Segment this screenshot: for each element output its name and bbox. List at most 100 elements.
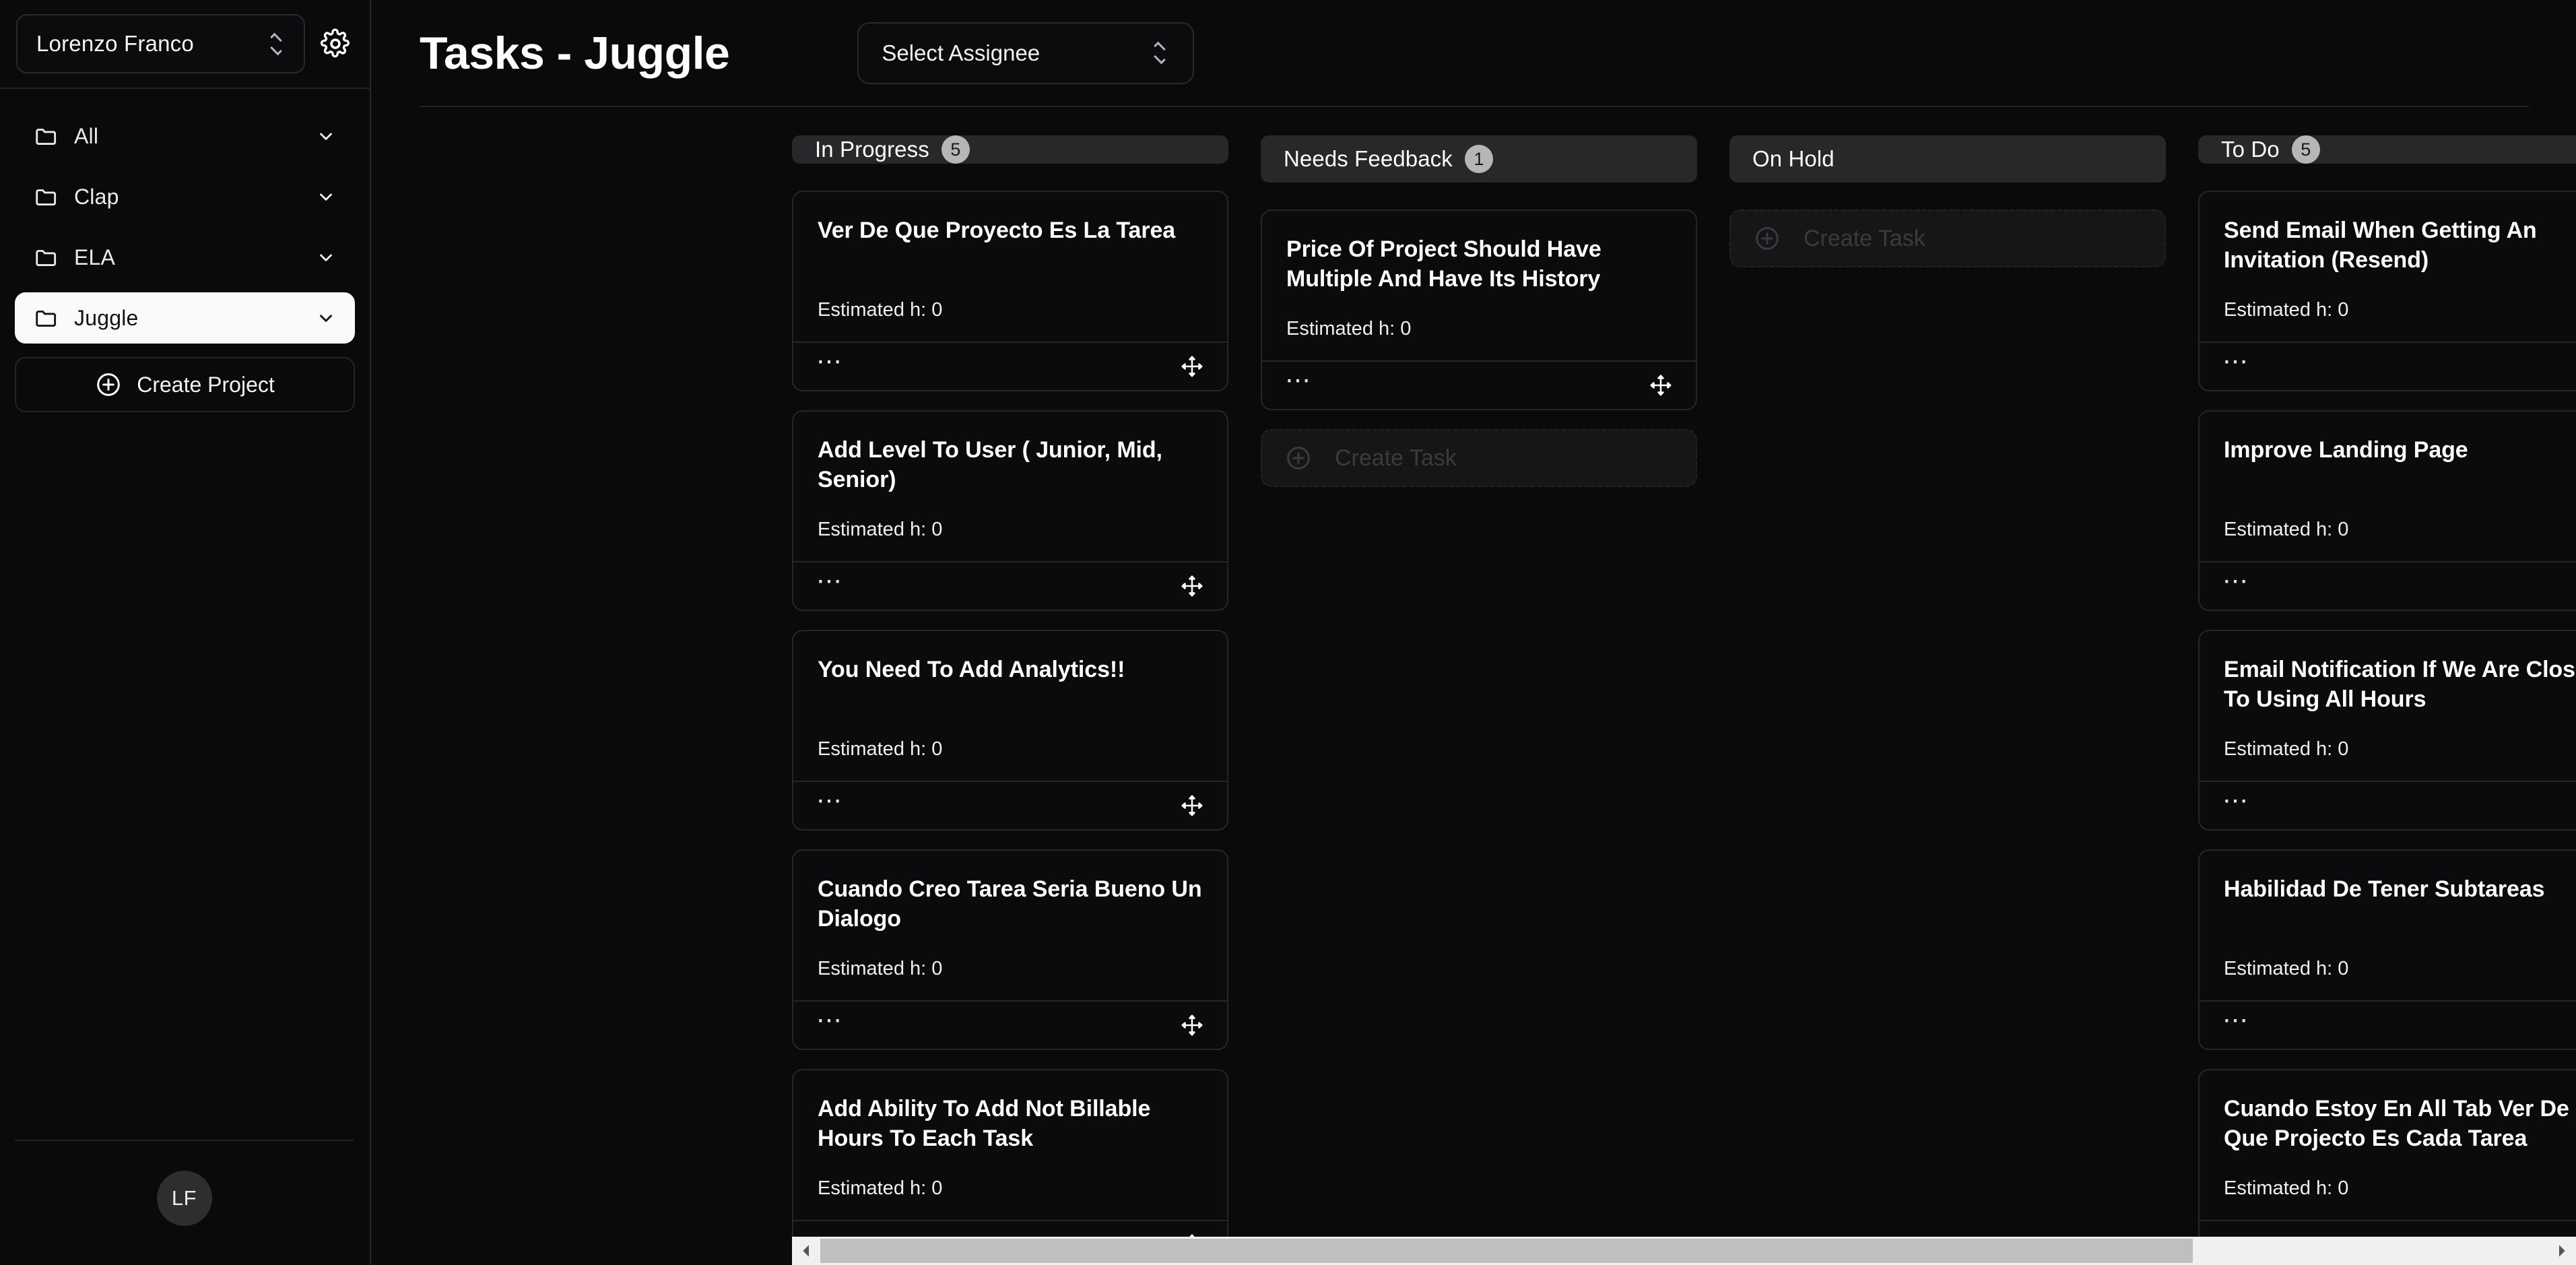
- task-card[interactable]: Cuando Estoy En All Tab Ver De Que Proje…: [2198, 1069, 2576, 1265]
- task-card[interactable]: Price Of Project Should Have Multiple An…: [1261, 209, 1697, 410]
- avatar[interactable]: LF: [156, 1171, 212, 1226]
- move-arrows-icon[interactable]: [1180, 1013, 1204, 1037]
- task-estimate: Estimated h: 0: [818, 1177, 943, 1199]
- move-arrows-icon[interactable]: [1180, 574, 1204, 598]
- ellipsis-icon[interactable]: ⋯: [2222, 349, 2250, 375]
- horizontal-scrollbar[interactable]: [792, 1237, 2576, 1265]
- scrollbar-track[interactable]: [820, 1237, 2548, 1265]
- task-estimate: Estimated h: 0: [2224, 958, 2349, 979]
- task-card[interactable]: Add Level To User ( Junior, Mid, Senior)…: [792, 410, 1228, 611]
- task-card[interactable]: You Need To Add Analytics!! Estimated h:…: [792, 630, 1228, 831]
- ellipsis-icon[interactable]: ⋯: [816, 1008, 844, 1033]
- sidebar-item-all[interactable]: All: [15, 110, 355, 162]
- column-header[interactable]: In Progress 5: [792, 135, 1228, 164]
- create-task-label: Create Task: [1335, 445, 1457, 471]
- task-title: Add Ability To Add Not Billable Hours To…: [818, 1096, 1151, 1151]
- task-estimate: Estimated h: 0: [818, 519, 943, 540]
- create-task-button[interactable]: Create Task: [1261, 429, 1697, 487]
- task-card-body: Add Level To User ( Junior, Mid, Senior)…: [793, 412, 1227, 561]
- column-count-badge: 5: [2291, 135, 2320, 164]
- gear-icon[interactable]: [320, 28, 351, 59]
- assignee-select[interactable]: Select Assignee: [857, 22, 1195, 84]
- create-project-button[interactable]: Create Project: [15, 357, 355, 412]
- task-card-body: Send Email When Getting An Invitation (R…: [2200, 192, 2576, 342]
- task-title: Cuando Creo Tarea Seria Bueno Un Dialogo: [818, 876, 1202, 932]
- ellipsis-icon[interactable]: ⋯: [2222, 1008, 2250, 1033]
- ellipsis-icon[interactable]: ⋯: [816, 349, 844, 375]
- account-name: Lorenzo Franco: [36, 31, 194, 56]
- task-card-body: Add Ability To Add Not Billable Hours To…: [793, 1070, 1227, 1220]
- sidebar-item-label: Juggle: [74, 305, 139, 330]
- folder-icon: [34, 305, 59, 331]
- task-estimate: Estimated h: 0: [818, 738, 943, 760]
- task-card-footer: ⋯: [793, 1000, 1227, 1049]
- task-estimate: Estimated h: 0: [818, 958, 943, 979]
- ellipsis-icon[interactable]: ⋯: [2222, 569, 2250, 594]
- chevron-down-icon[interactable]: [316, 308, 336, 328]
- task-title: Habilidad De Tener Subtareas: [2224, 876, 2545, 902]
- column-header[interactable]: Needs Feedback 1: [1261, 135, 1697, 183]
- move-arrows-icon[interactable]: [1649, 373, 1673, 397]
- task-card[interactable]: Cuando Creo Tarea Seria Bueno Un Dialogo…: [792, 849, 1228, 1050]
- ellipsis-icon[interactable]: ⋯: [2222, 788, 2250, 814]
- chevron-down-icon[interactable]: [316, 126, 336, 146]
- sidebar-item-ela[interactable]: ELA: [15, 232, 355, 283]
- task-title: Ver De Que Proyecto Es La Tarea: [818, 218, 1176, 243]
- task-title: Add Level To User ( Junior, Mid, Senior): [818, 437, 1162, 492]
- chevron-down-icon[interactable]: [316, 187, 336, 207]
- sidebar-item-clap[interactable]: Clap: [15, 171, 355, 222]
- column-title: Needs Feedback: [1284, 146, 1453, 171]
- ellipsis-icon[interactable]: ⋯: [816, 569, 844, 594]
- move-arrows-icon[interactable]: [1180, 793, 1204, 818]
- chevron-up-down-icon: [267, 30, 285, 58]
- sidebar-item-juggle[interactable]: Juggle: [15, 292, 355, 344]
- task-card[interactable]: Improve Landing Page Estimated h: 0 ⋯: [2198, 410, 2576, 611]
- plus-circle-icon: [95, 371, 122, 398]
- task-card-body: Ver De Que Proyecto Es La Tarea Estimate…: [793, 192, 1227, 342]
- sidebar-footer: LF: [0, 1140, 368, 1265]
- task-card-body: Cuando Estoy En All Tab Ver De Que Proje…: [2200, 1070, 2576, 1220]
- task-estimate: Estimated h: 0: [2224, 299, 2349, 321]
- folder-icon: [34, 123, 59, 149]
- column-cards: Send Email When Getting An Invitation (R…: [2198, 191, 2576, 1265]
- column-header[interactable]: On Hold: [1729, 135, 2166, 183]
- task-card-body: You Need To Add Analytics!! Estimated h:…: [793, 631, 1227, 781]
- board-scroll-area[interactable]: In Progress 5 Ver De Que Proyecto Es La …: [371, 107, 2576, 1265]
- kanban-column-needs-feedback: Needs Feedback 1 Price Of Project Should…: [1261, 135, 1697, 1265]
- chevron-down-icon[interactable]: [316, 247, 336, 267]
- account-selector[interactable]: Lorenzo Franco: [16, 14, 305, 73]
- scroll-right-button[interactable]: [2548, 1237, 2576, 1265]
- kanban-column-to-do: To Do 5 Send Email When Getting An Invit…: [2198, 135, 2576, 1265]
- page-header: Tasks - Juggle Select Assignee: [371, 0, 2576, 106]
- app-root: Lorenzo Franco All Clap ELA Juggle Creat…: [0, 0, 2576, 1265]
- sidebar-divider: [15, 1140, 354, 1141]
- task-estimate: Estimated h: 0: [818, 299, 943, 321]
- task-card-footer: ⋯: [2200, 781, 2576, 829]
- task-card[interactable]: Send Email When Getting An Invitation (R…: [2198, 191, 2576, 391]
- task-card[interactable]: Add Ability To Add Not Billable Hours To…: [792, 1069, 1228, 1265]
- assignee-select-label: Select Assignee: [882, 40, 1041, 65]
- task-card-body: Price Of Project Should Have Multiple An…: [1262, 211, 1696, 360]
- task-card[interactable]: Ver De Que Proyecto Es La Tarea Estimate…: [792, 191, 1228, 391]
- task-card-body: Habilidad De Tener Subtareas Estimated h…: [2200, 851, 2576, 1000]
- kanban-column-in-progress: In Progress 5 Ver De Que Proyecto Es La …: [792, 135, 1228, 1265]
- kanban-column-on-hold: On Hold Create Task: [1729, 135, 2166, 1265]
- create-task-button[interactable]: Create Task: [1729, 209, 2166, 267]
- scrollbar-thumb[interactable]: [820, 1239, 2193, 1263]
- ellipsis-icon[interactable]: ⋯: [1285, 368, 1313, 393]
- column-cards: Create Task: [1729, 209, 2166, 267]
- move-arrows-icon[interactable]: [1180, 354, 1204, 379]
- task-title: Email Notification If We Are Close To Us…: [2224, 657, 2576, 712]
- task-card-body: Improve Landing Page Estimated h: 0: [2200, 412, 2576, 561]
- ellipsis-icon[interactable]: ⋯: [816, 788, 844, 814]
- sidebar-header: Lorenzo Franco: [0, 0, 370, 89]
- task-card[interactable]: Habilidad De Tener Subtareas Estimated h…: [2198, 849, 2576, 1050]
- task-card[interactable]: Email Notification If We Are Close To Us…: [2198, 630, 2576, 831]
- scroll-left-button[interactable]: [792, 1237, 820, 1265]
- column-header[interactable]: To Do 5: [2198, 135, 2576, 164]
- task-card-footer: ⋯: [2200, 1000, 2576, 1049]
- main-content: Tasks - Juggle Select Assignee In Progre…: [371, 0, 2576, 1265]
- sidebar-item-label: Clap: [74, 184, 119, 209]
- task-card-footer: ⋯: [793, 561, 1227, 610]
- create-task-label: Create Task: [1804, 225, 1925, 251]
